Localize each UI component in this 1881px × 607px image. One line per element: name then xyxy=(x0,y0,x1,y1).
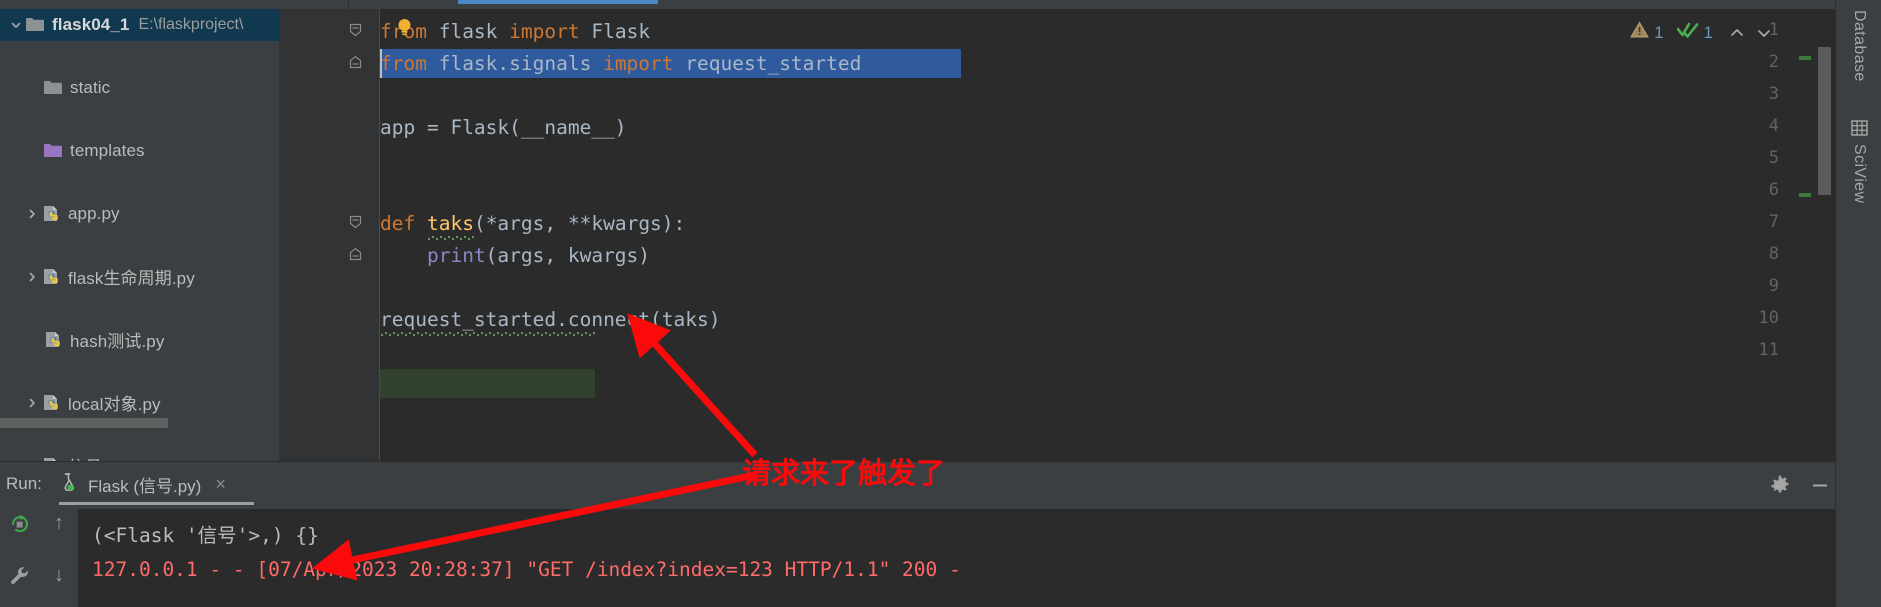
usage-underline xyxy=(380,332,595,336)
keyword-import: import xyxy=(603,52,674,75)
active-tab-indicator xyxy=(458,0,658,4)
run-scroll-toolbar[interactable]: ↑ ↓ xyxy=(38,509,78,607)
run-tab-label: Flask (信号.py) xyxy=(88,476,202,496)
editor-tab-strip xyxy=(0,0,1881,9)
app-assignment: app = Flask(__name__) xyxy=(380,116,627,139)
console-line: 127.0.0.1 - - [07/Apr/2023 20:28:37] "GE… xyxy=(92,558,961,581)
run-tab-flask[interactable]: Flask (信号.py) × xyxy=(59,469,226,499)
warning-triangle-icon[interactable] xyxy=(1630,21,1649,44)
tool-tab-label: SciView xyxy=(1851,144,1868,204)
function-name-taks: taks xyxy=(426,212,474,235)
console-line: (<Flask '信号'>,) {} xyxy=(92,524,319,547)
tree-row-app-py[interactable]: app.py xyxy=(0,198,279,230)
fold-end-icon[interactable] xyxy=(349,55,363,69)
scroll-up-icon[interactable]: ↑ xyxy=(48,512,70,534)
close-icon[interactable]: × xyxy=(215,474,226,495)
python-file-icon xyxy=(40,204,62,224)
project-path: E:\flaskproject\ xyxy=(138,15,244,33)
code-line-8[interactable]: print(args, kwargs) xyxy=(380,236,650,275)
sidebar-item-label: flask04_1 xyxy=(52,14,130,34)
project-tool-window[interactable]: flask04_1 E:\flaskproject\ static templa… xyxy=(0,9,279,461)
sidebar-item-label: hash测试.py xyxy=(70,332,165,352)
pycharm-window: flask04_1 E:\flaskproject\ static templa… xyxy=(0,0,1881,607)
code-line-4[interactable]: app = Flask(__name__) xyxy=(380,108,627,147)
python-file-icon xyxy=(40,393,62,413)
sidebar-hscroll-thumb[interactable] xyxy=(0,418,168,428)
tree-row-signal-py[interactable]: 信号.py xyxy=(0,450,279,461)
gear-icon[interactable] xyxy=(1768,473,1792,497)
chevron-down-icon[interactable] xyxy=(8,17,24,33)
sidebar-item-label: 信号.py xyxy=(68,453,125,461)
minimize-icon[interactable] xyxy=(1808,473,1832,497)
sidebar-item-label: local对象.py xyxy=(68,395,161,415)
symbol-request-started-usage: request_started xyxy=(380,308,557,331)
usage-highlight xyxy=(380,369,595,398)
flask-run-icon xyxy=(59,471,81,498)
folder-icon xyxy=(24,15,46,35)
folder-purple-icon xyxy=(42,141,64,161)
tree-row-flask-lifecycle-py[interactable]: flask生命周期.py xyxy=(0,261,279,293)
print-args: (args, kwargs) xyxy=(485,244,651,267)
chevron-down-icon[interactable] xyxy=(1753,22,1775,44)
connect-call: .connect(taks) xyxy=(556,308,721,331)
code-text-area[interactable]: from flask import Flask from flask.signa… xyxy=(380,9,1835,461)
wrench-icon[interactable] xyxy=(8,564,32,588)
folder-icon xyxy=(42,78,64,98)
builtin-print: print xyxy=(426,244,486,267)
sidebar-item-label: flask生命周期.py xyxy=(68,269,195,289)
symbol-request-started: request_started xyxy=(673,52,862,75)
function-signature: (*args, **kwargs): xyxy=(473,212,686,235)
scroll-down-icon[interactable]: ↓ xyxy=(48,564,70,586)
code-line-2[interactable]: from flask.signals import request_starte… xyxy=(380,44,861,83)
intention-bulb-icon[interactable] xyxy=(397,18,412,37)
fold-marker-icon[interactable] xyxy=(349,23,363,37)
keyword-from: from xyxy=(380,52,427,75)
symbol-Flask: Flask xyxy=(591,20,651,43)
module-flask: flask xyxy=(426,20,510,43)
editor-gutter[interactable] xyxy=(279,9,380,461)
right-tool-tab-bar[interactable]: Database SciView xyxy=(1835,0,1881,607)
chevron-right-icon[interactable] xyxy=(24,206,40,222)
warning-count: 1 xyxy=(1654,22,1664,42)
code-editor[interactable]: 1 2 3 4 5 6 7 8 9 10 11 from fla xyxy=(279,9,1835,461)
ok-count: 1 xyxy=(1703,22,1713,42)
chevron-right-icon[interactable] xyxy=(24,395,40,411)
sidebar-item-label: app.py xyxy=(68,203,120,223)
keyword-import: import xyxy=(509,20,580,43)
tool-tab-sciview[interactable]: SciView xyxy=(1836,120,1881,203)
chevron-right-icon[interactable] xyxy=(24,269,40,285)
python-file-icon xyxy=(40,267,62,287)
sidebar-item-label: templates xyxy=(70,140,145,160)
sidebar-item-label: static xyxy=(70,77,111,97)
green-check-icon[interactable] xyxy=(1676,21,1699,44)
annotation-text: 请求来了触发了 xyxy=(742,456,946,490)
tree-row-project-root[interactable]: flask04_1 E:\flaskproject\ xyxy=(0,9,279,41)
fold-marker-icon[interactable] xyxy=(349,215,363,229)
error-stripe-mark[interactable] xyxy=(1799,193,1811,197)
run-action-toolbar[interactable] xyxy=(0,509,38,607)
tree-row-local-object-py[interactable]: local对象.py xyxy=(0,387,279,419)
chevron-up-icon[interactable] xyxy=(1726,22,1748,44)
python-file-icon xyxy=(42,330,64,350)
run-console-output[interactable]: (<Flask '信号'>,) {} 127.0.0.1 - - [07/Apr… xyxy=(78,509,1835,607)
error-stripe-mark[interactable] xyxy=(1799,56,1811,60)
run-tab-active-indicator xyxy=(59,502,254,505)
fold-end-icon[interactable] xyxy=(349,247,363,261)
run-window-title: Run: xyxy=(6,474,42,493)
rerun-icon[interactable] xyxy=(8,512,32,536)
inspection-widget[interactable]: 1 1 xyxy=(1630,21,1775,44)
editor-vertical-scrollbar[interactable] xyxy=(1818,47,1831,195)
tool-tab-label: Database xyxy=(1851,10,1868,82)
keyword-def: def xyxy=(380,212,416,235)
module-flask-signals: flask.signals xyxy=(426,52,604,75)
tree-row-static[interactable]: static xyxy=(0,72,279,104)
tree-row-hash-test-py[interactable]: hash测试.py xyxy=(0,324,279,356)
tree-row-templates[interactable]: templates xyxy=(0,135,279,167)
tool-tab-database[interactable]: Database xyxy=(1836,10,1881,82)
tab-divider xyxy=(348,0,349,9)
grid-icon xyxy=(1850,120,1868,136)
